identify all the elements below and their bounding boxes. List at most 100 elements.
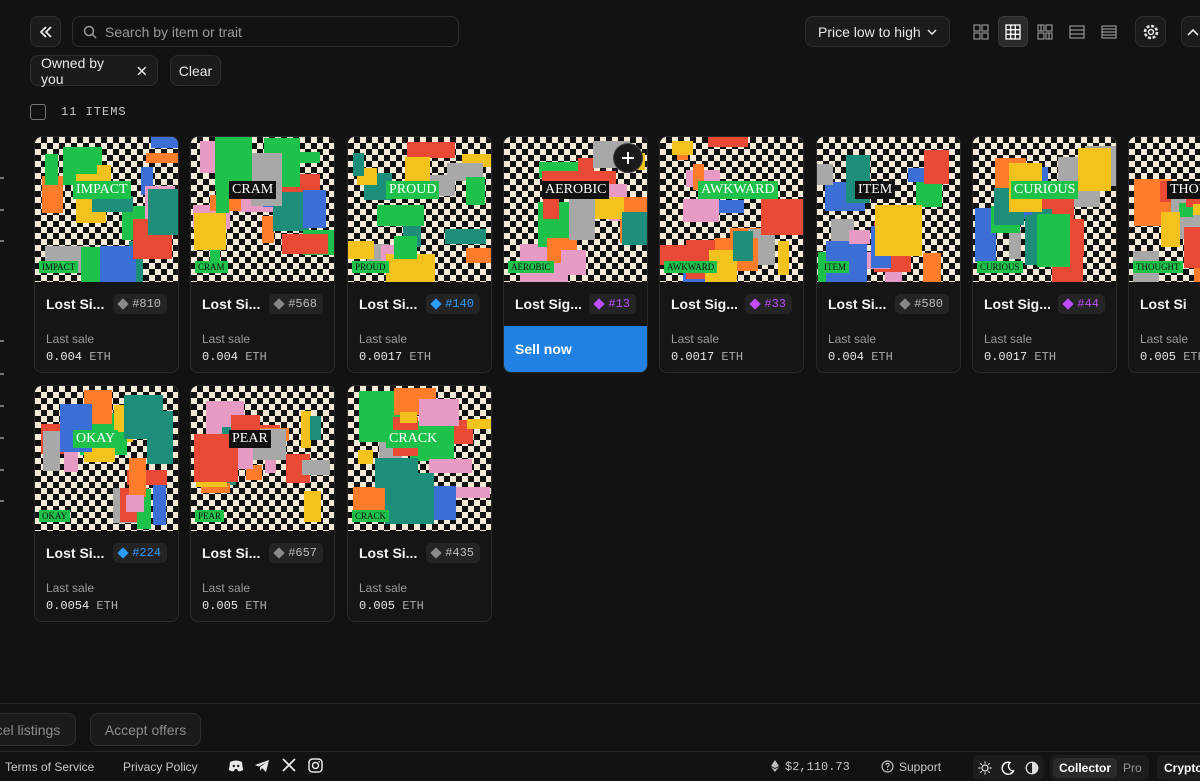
nft-artwork[interactable]: AEROBIC AEROBIC (504, 137, 647, 282)
art-block (353, 153, 364, 176)
nft-artwork[interactable]: AWKWARD AWKWARD (660, 137, 803, 282)
bulk-action-bar: cel listings Accept offers (0, 703, 1200, 751)
privacy-link[interactable]: Privacy Policy (123, 760, 198, 774)
discord-icon[interactable] (228, 758, 244, 774)
item-card[interactable]: AWKWARD AWKWARD Lost Sig... #33 Last sale 0.0… (659, 136, 804, 373)
search-input[interactable] (105, 23, 445, 40)
price-currency: ETH (1034, 350, 1057, 364)
art-word-small: OKAY (39, 510, 71, 522)
rarity-diamond-icon (899, 298, 911, 310)
nft-artwork[interactable]: ITEM ITEM (817, 137, 960, 282)
telegram-icon[interactable] (254, 758, 270, 774)
art-block (302, 460, 330, 475)
rarity-diamond-icon (1062, 298, 1075, 310)
token-id: #568 (288, 297, 317, 311)
pro-toggle[interactable]: Pro (1117, 758, 1148, 778)
collapse-panel-button[interactable] (1181, 16, 1200, 47)
item-card[interactable]: PEAR PEAR Lost Si... #657 Last sale 0.005 ETH (190, 385, 335, 622)
art-block (394, 236, 417, 259)
nft-artwork[interactable]: THOUGHT THOUGHT (1129, 137, 1200, 282)
rail-tick (0, 373, 4, 375)
item-card[interactable]: IMPACT IMPACT Lost Si... #810 Last sale 0.004… (34, 136, 179, 373)
accept-offers-button[interactable]: Accept offers (90, 713, 201, 746)
item-card[interactable]: CRAM CRAM Lost Si... #568 Last sale 0.004 ETH (190, 136, 335, 373)
last-sale-price: 0.004 ETH (46, 350, 167, 364)
rarity-diamond-icon (749, 298, 762, 310)
owned-by-you-chip[interactable]: Owned by you (30, 55, 158, 87)
cancel-listings-button[interactable]: cel listings (0, 713, 76, 746)
sell-now-button[interactable]: Sell now (504, 326, 647, 372)
close-icon[interactable] (137, 66, 147, 76)
art-block (194, 213, 226, 250)
instagram-icon[interactable] (308, 758, 323, 773)
collapse-sidebar-button[interactable] (30, 16, 61, 47)
sun-icon[interactable] (978, 761, 992, 775)
item-name: Lost Si (1140, 296, 1187, 312)
art-block (304, 491, 321, 522)
price-value: 0.0054 (46, 599, 90, 613)
price-currency: ETH (245, 350, 267, 364)
token-id: #810 (132, 297, 161, 311)
item-card[interactable]: OKAY OKAY Lost Si... #224 Last sale 0.0054 ET… (34, 385, 179, 622)
settings-button[interactable] (1135, 16, 1166, 47)
art-block (377, 205, 424, 226)
nft-artwork[interactable]: CURIOUS CURIOUS (973, 137, 1116, 282)
add-to-cart-icon[interactable] (613, 143, 643, 173)
view-large-grid-button[interactable] (966, 16, 996, 47)
art-block (1161, 212, 1180, 247)
nft-artwork[interactable]: PEAR PEAR (191, 386, 334, 531)
item-card[interactable]: ITEM ITEM Lost Si... #580 Last sale 0.004 ETH (816, 136, 961, 373)
sort-dropdown[interactable]: Price low to high (805, 16, 950, 47)
art-block (310, 416, 321, 440)
nft-artwork[interactable]: PROUD PROUD (348, 137, 491, 282)
nft-artwork[interactable]: IMPACT IMPACT (35, 137, 178, 282)
art-block (761, 199, 803, 235)
item-card[interactable]: CRACK CRACK Lost Si... #435 Last sale 0.005 E… (347, 385, 492, 622)
last-sale-price: 0.004 ETH (202, 350, 323, 364)
price-value: 0.004 (828, 350, 865, 364)
view-list-button[interactable] (1062, 16, 1092, 47)
art-word-small: AWKWARD (664, 261, 718, 273)
last-sale-price: 0.0017 ETH (984, 350, 1105, 364)
price-value: 0.0017 (984, 350, 1028, 364)
x-twitter-icon[interactable] (282, 758, 296, 772)
item-card[interactable]: PROUD PROUD Lost Si... #140 Last sale 0.0017 … (347, 136, 492, 373)
nft-artwork[interactable]: CRACK CRACK (348, 386, 491, 531)
clear-filters-button[interactable]: Clear (170, 55, 221, 86)
view-table-button[interactable] (1094, 16, 1124, 47)
view-mode-group (966, 16, 1124, 47)
price-currency: ETH (96, 599, 119, 613)
item-name: Lost Sig... (515, 296, 582, 312)
currency-toggle[interactable]: Crypto (1157, 755, 1200, 780)
token-id-badge: #44 (1058, 294, 1105, 314)
item-name: Lost Si... (359, 296, 418, 312)
art-block (43, 431, 60, 471)
contrast-icon[interactable] (1025, 761, 1039, 775)
last-sale-label: Last sale (202, 581, 251, 595)
nft-artwork[interactable]: OKAY OKAY (35, 386, 178, 531)
art-word-small: IMPACT (39, 261, 79, 273)
search-bar[interactable] (72, 16, 459, 47)
nft-artwork[interactable]: CRAM CRAM (191, 137, 334, 282)
token-id: #224 (132, 546, 161, 560)
view-grid-button[interactable] (998, 16, 1028, 47)
collector-toggle[interactable]: Collector (1053, 757, 1118, 778)
art-block (433, 486, 456, 520)
select-all-checkbox[interactable] (30, 104, 46, 120)
moon-icon[interactable] (1001, 761, 1016, 775)
item-card[interactable]: CURIOUS CURIOUS Lost Sig... #44 Last sale 0.0… (972, 136, 1117, 373)
terms-link[interactable]: Terms of Service (5, 760, 94, 774)
art-block (100, 246, 136, 282)
support-link[interactable]: Support (899, 760, 941, 774)
search-icon (83, 25, 97, 39)
art-block (407, 142, 455, 158)
item-card[interactable]: THOUGHT THOUGHT Lost Si Last sale 0.005 ETH (1128, 136, 1200, 373)
item-name: Lost Sig... (984, 296, 1051, 312)
art-block (1078, 148, 1111, 191)
art-word: CURIOUS (1011, 181, 1079, 199)
art-block (875, 205, 922, 256)
item-card[interactable]: AEROBIC AEROBIC Lost Sig... #13 Sell now (503, 136, 648, 373)
rarity-diamond-icon (430, 298, 442, 310)
last-sale-price: 0.0017 ETH (359, 350, 480, 364)
view-compact-grid-button[interactable] (1030, 16, 1060, 47)
